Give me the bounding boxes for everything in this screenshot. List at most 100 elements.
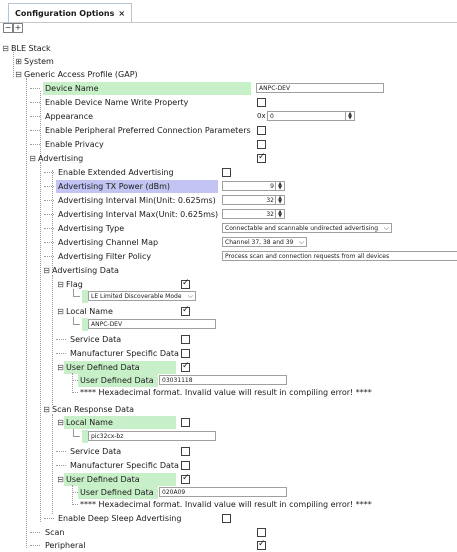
- sr-user-defined-data-input[interactable]: 020A09: [159, 487, 287, 497]
- tree-label: Enable Privacy: [45, 140, 104, 149]
- tree-row-local-name[interactable]: ⊟ Local Name: [0, 305, 457, 318]
- collapse-toggle-icon[interactable]: ⊟: [15, 71, 22, 79]
- tree-label: Enable Deep Sleep Advertising: [58, 514, 182, 523]
- adv-tx-power-spinner[interactable]: 9 ▲ ▼: [222, 181, 285, 191]
- tree-label: User Defined Data: [64, 473, 176, 486]
- tree-row-scan-resp-data[interactable]: ⊟ Scan Response Data: [0, 403, 457, 416]
- expand-toggle-icon[interactable]: ⊞: [15, 58, 22, 66]
- tree-row-appearance: Appearance 0x 0 ▲ ▼: [0, 110, 457, 123]
- local-name-input[interactable]: ANPC-DEV: [88, 319, 216, 329]
- tree-row-enable-deep-sleep-adv: Enable Deep Sleep Advertising: [0, 512, 457, 525]
- enable-privacy-checkbox[interactable]: [257, 140, 266, 149]
- tree-row-scan: Scan: [0, 526, 457, 539]
- tree-label: Local Name: [64, 416, 176, 429]
- flag-checkbox[interactable]: [181, 278, 190, 289]
- manufacturer-data-checkbox[interactable]: [181, 349, 190, 358]
- collapse-toggle-icon[interactable]: ⊟: [43, 267, 50, 275]
- tree-row-ble-stack[interactable]: ⊟ BLE Stack: [0, 42, 457, 55]
- adv-channel-map-value: Channel 37, 38 and 39: [225, 239, 294, 246]
- collapse-toggle-icon[interactable]: ⊟: [57, 476, 64, 484]
- user-defined-data-checkbox[interactable]: [181, 361, 190, 372]
- sr-local-name-checkbox[interactable]: [181, 418, 190, 427]
- tree-label: Scan Response Data: [52, 405, 135, 414]
- adv-type-select[interactable]: Connectable and scannable undirected adv…: [222, 223, 392, 233]
- collapse-toggle-icon[interactable]: ⊟: [29, 155, 36, 163]
- hex-warning-text: **** Hexadecimal format. Invalid value w…: [80, 388, 372, 397]
- adv-filter-policy-select[interactable]: Process scan and connection requests fro…: [222, 251, 457, 261]
- spinner-arrows-icon[interactable]: ▲ ▼: [345, 112, 354, 121]
- adv-int-max-spinner[interactable]: 32 ▲ ▼: [222, 209, 285, 219]
- adv-filter-policy-value: Process scan and connection requests fro…: [225, 253, 390, 260]
- device-name-input[interactable]: ANPC-DEV: [256, 83, 384, 93]
- tree-row-service-data: Service Data: [0, 333, 457, 346]
- tree-row-advertising[interactable]: ⊟ Advertising: [0, 152, 457, 165]
- tree-row-enable-device-name-write: Enable Device Name Write Property: [0, 96, 457, 109]
- collapse-toggle-icon[interactable]: ⊟: [57, 308, 64, 316]
- tree-row-warning: **** Hexadecimal format. Invalid value w…: [0, 386, 457, 399]
- tree-row-gap[interactable]: ⊟ Generic Access Profile (GAP): [0, 68, 457, 81]
- flag-value: LE Limited Discoverable Mode: [91, 293, 182, 300]
- tree-row-user-defined-data[interactable]: ⊟ User Defined Data: [0, 361, 457, 374]
- adv-channel-map-select[interactable]: Channel 37, 38 and 39 ⌵: [222, 237, 307, 247]
- adv-int-min-value: 32: [266, 197, 274, 204]
- appearance-value: 0: [270, 113, 274, 120]
- tree-row-adv-data[interactable]: ⊟ Advertising Data: [0, 264, 457, 277]
- appearance-prefix: 0x: [257, 112, 266, 120]
- close-icon[interactable]: ×: [118, 9, 125, 18]
- enable-deep-sleep-adv-checkbox[interactable]: [222, 514, 231, 523]
- appearance-spinner[interactable]: 0 ▲ ▼: [267, 111, 355, 121]
- adv-int-min-spinner[interactable]: 32 ▲ ▼: [222, 195, 285, 205]
- tree-label: Service Data: [70, 447, 122, 456]
- collapse-toggle-icon[interactable]: ⊟: [57, 364, 64, 372]
- service-data-checkbox[interactable]: [181, 335, 190, 344]
- tree-row-peripheral: Peripheral: [0, 539, 457, 552]
- scan-checkbox[interactable]: [257, 528, 266, 537]
- tree-label: Advertising: [38, 154, 84, 163]
- adv-int-max-value: 32: [266, 211, 274, 218]
- sr-local-name-input[interactable]: pic32cx-bz: [88, 431, 216, 441]
- tree-row-sr-local-name[interactable]: ⊟ Local Name: [0, 416, 457, 429]
- collapse-toggle-icon[interactable]: ⊟: [57, 281, 64, 289]
- enable-ext-adv-checkbox[interactable]: [222, 168, 231, 177]
- flag-select[interactable]: LE Limited Discoverable Mode ⌵: [88, 291, 196, 301]
- enable-device-name-write-checkbox[interactable]: [257, 98, 266, 107]
- tree-row-adv-type: Advertising Type Connectable and scannab…: [0, 222, 457, 235]
- spinner-arrows-icon[interactable]: ▲ ▼: [275, 182, 284, 191]
- tree-row-system[interactable]: ⊞ System: [0, 55, 457, 68]
- tree-row-enable-ext-adv: Enable Extended Advertising: [0, 166, 457, 179]
- tree-row-adv-int-min: Advertising Interval Min(Unit: 0.625ms) …: [0, 194, 457, 207]
- tree-row-enable-privacy: Enable Privacy: [0, 138, 457, 151]
- tree-label: Peripheral: [45, 541, 86, 550]
- sr-service-data-checkbox[interactable]: [181, 447, 190, 456]
- tree-row-adv-filter-policy: Advertising Filter Policy Process scan a…: [0, 250, 457, 263]
- sr-manufacturer-data-checkbox[interactable]: [181, 461, 190, 470]
- tab-configuration-options[interactable]: Configuration Options ×: [8, 3, 133, 22]
- expand-all-button[interactable]: +: [13, 23, 23, 33]
- collapse-toggle-icon[interactable]: ⊟: [57, 419, 64, 427]
- sr-user-defined-data-checkbox[interactable]: [181, 473, 190, 484]
- tree-row-sr-service-data: Service Data: [0, 445, 457, 458]
- collapse-all-button[interactable]: −: [3, 23, 13, 33]
- collapse-toggle-icon[interactable]: ⊟: [2, 45, 9, 53]
- user-defined-data-input[interactable]: 03031118: [159, 375, 287, 385]
- tree-label: Enable Peripheral Preferred Connection P…: [45, 126, 251, 135]
- peripheral-checkbox[interactable]: [257, 539, 266, 550]
- tree-row-device-name: Device Name ANPC-DEV: [0, 82, 457, 95]
- tree-row-sr-manufacturer-data: Manufacturer Specific Data: [0, 459, 457, 472]
- collapse-toggle-icon[interactable]: ⊟: [43, 406, 50, 414]
- advertising-checkbox[interactable]: [257, 152, 266, 163]
- sr-hex-warning-text: **** Hexadecimal format. Invalid value w…: [80, 500, 372, 509]
- local-name-checkbox[interactable]: [181, 305, 190, 316]
- device-name-label: Device Name: [45, 84, 99, 93]
- tab-bar: Configuration Options ×: [0, 0, 457, 23]
- tree-row-sr-local-name-value: pic32cx-bz: [0, 429, 457, 443]
- tree-label: Advertising Channel Map: [58, 238, 159, 247]
- tree-row-sr-user-defined-data[interactable]: ⊟ User Defined Data: [0, 473, 457, 486]
- tree-label: Manufacturer Specific Data: [70, 349, 179, 358]
- enable-ppcp-checkbox[interactable]: [257, 126, 266, 135]
- spinner-arrows-icon[interactable]: ▲ ▼: [275, 196, 284, 205]
- tree-label: Advertising TX Power (dBm): [56, 180, 218, 193]
- tree-row-adv-tx-power: Advertising TX Power (dBm) 9 ▲ ▼: [0, 180, 457, 193]
- spinner-arrows-icon[interactable]: ▲ ▼: [275, 210, 284, 219]
- tree-label: Scan: [45, 528, 65, 537]
